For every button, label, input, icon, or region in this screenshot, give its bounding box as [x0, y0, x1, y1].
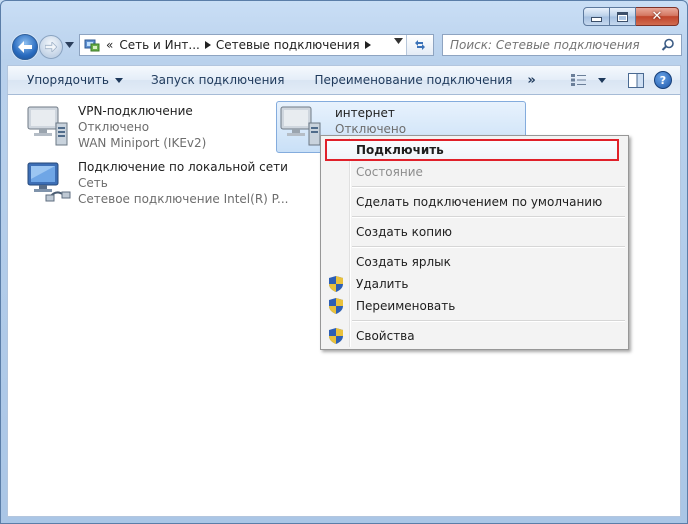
- help-icon: ?: [659, 73, 667, 87]
- lan-connection-texts: Подключение по локальной сети Сеть Сетев…: [78, 159, 288, 207]
- uac-shield-icon: [329, 298, 343, 314]
- menu-item-set-default[interactable]: Сделать подключением по умолчанию: [323, 191, 626, 213]
- menu-item-rename[interactable]: Переименовать: [323, 295, 626, 317]
- maximize-button[interactable]: [610, 7, 636, 26]
- lan-connection-icon: [26, 159, 78, 207]
- breadcrumb-chevron-icon[interactable]: [203, 41, 213, 49]
- minimize-button[interactable]: [583, 7, 610, 26]
- connection-name: интернет: [335, 106, 395, 120]
- address-history-dropdown-icon[interactable]: [394, 38, 403, 44]
- refresh-icon: [415, 40, 425, 50]
- command-bar: Упорядочить Запуск подключения Переимено…: [7, 65, 681, 95]
- connection-name: VPN-подключение: [78, 104, 193, 118]
- forward-button[interactable]: [39, 35, 63, 59]
- context-menu: Подключить Состояние Сделать подключение…: [320, 135, 629, 350]
- vpn-connection-icon: [26, 103, 78, 151]
- maximize-icon: [617, 11, 628, 22]
- connection-status: Отключено: [78, 120, 150, 134]
- menu-item-label: Переименовать: [356, 299, 456, 313]
- menu-item-label: Создать копию: [356, 225, 452, 239]
- organize-label: Упорядочить: [27, 73, 109, 87]
- back-button[interactable]: [12, 34, 38, 60]
- menu-item-label: Сделать подключением по умолчанию: [356, 195, 603, 209]
- organize-button[interactable]: Упорядочить: [18, 73, 132, 87]
- menu-item-label: Подключить: [356, 143, 444, 157]
- menu-separator: [352, 320, 625, 322]
- address-overflow[interactable]: «: [103, 38, 116, 52]
- connection-status: Сеть: [78, 176, 108, 190]
- menu-item-label: Состояние: [356, 165, 423, 179]
- menu-item-properties[interactable]: Свойства: [323, 325, 626, 347]
- view-controls: ?: [570, 71, 672, 89]
- menu-item-delete[interactable]: Удалить: [323, 273, 626, 295]
- breadcrumb-network-connections[interactable]: Сетевые подключения: [213, 38, 363, 52]
- search-input[interactable]: [443, 37, 652, 53]
- vpn-connection-texts: VPN-подключение Отключено WAN Miniport (…: [78, 103, 206, 151]
- breadcrumb-chevron-icon[interactable]: [363, 41, 373, 49]
- connection-device: WAN Miniport (IKEv2): [78, 136, 207, 150]
- arrow-right-icon: [45, 42, 57, 52]
- menu-separator: [352, 246, 625, 248]
- chevron-down-icon: [65, 42, 74, 48]
- menu-item-create-copy[interactable]: Создать копию: [323, 221, 626, 243]
- search-icon[interactable]: [661, 38, 675, 52]
- menu-item-label: Свойства: [356, 329, 415, 343]
- close-button[interactable]: ✕: [636, 7, 679, 26]
- chevron-down-icon: [114, 77, 123, 83]
- menu-separator: [352, 186, 625, 188]
- refresh-button[interactable]: [406, 35, 433, 55]
- uac-shield-icon: [329, 276, 343, 292]
- start-connection-button[interactable]: Запуск подключения: [142, 73, 294, 87]
- menu-item-connect[interactable]: Подключить: [325, 139, 619, 161]
- network-folder-icon: [84, 38, 100, 52]
- network-connections-window: ✕ « Сеть и Инт... Сетевые подключения Уп…: [0, 0, 688, 524]
- menu-item-label: Создать ярлык: [356, 255, 451, 269]
- arrow-left-icon: [18, 41, 32, 53]
- more-commands-button[interactable]: »: [527, 73, 535, 88]
- address-bar[interactable]: « Сеть и Инт... Сетевые подключения: [79, 34, 434, 56]
- start-connection-label: Запуск подключения: [150, 73, 285, 87]
- connection-device: Сетевое подключение Intel(R) P...: [78, 192, 289, 206]
- rename-connection-label: Переименование подключения: [314, 73, 513, 87]
- minimize-icon: [591, 17, 602, 22]
- help-button[interactable]: ?: [654, 71, 672, 89]
- recent-pages-dropdown[interactable]: [65, 41, 74, 51]
- rename-connection-button[interactable]: Переименование подключения: [305, 73, 521, 87]
- connection-name: Подключение по локальной сети: [78, 160, 288, 174]
- menu-separator: [352, 216, 625, 218]
- connection-lan[interactable]: Подключение по локальной сети Сеть Сетев…: [26, 159, 288, 207]
- view-options-icon[interactable]: [570, 73, 588, 87]
- uac-shield-icon: [329, 328, 343, 344]
- close-icon: ✕: [651, 9, 663, 24]
- breadcrumb-network[interactable]: Сеть и Инт...: [116, 38, 203, 52]
- view-dropdown-icon[interactable]: [598, 77, 606, 83]
- menu-item-label: Удалить: [356, 277, 409, 291]
- menu-item-status[interactable]: Состояние: [323, 161, 626, 183]
- preview-pane-icon[interactable]: [628, 72, 644, 88]
- menu-item-create-shortcut[interactable]: Создать ярлык: [323, 251, 626, 273]
- search-box[interactable]: [442, 34, 682, 56]
- connection-vpn[interactable]: VPN-подключение Отключено WAN Miniport (…: [26, 103, 206, 151]
- caption-buttons: ✕: [583, 7, 679, 26]
